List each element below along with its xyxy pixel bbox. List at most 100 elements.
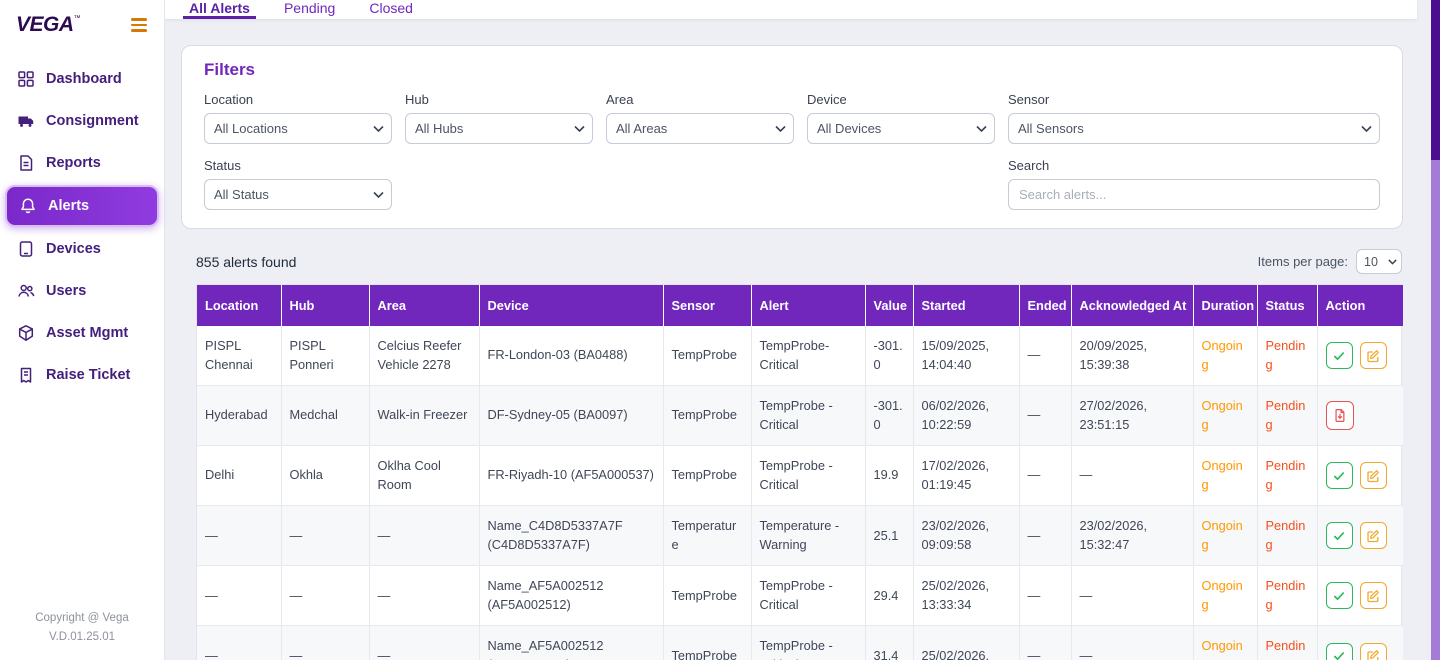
cell-sensor: TempProbe (663, 326, 752, 387)
items-per-page-select[interactable]: 10 (1356, 249, 1402, 274)
edit-icon (1366, 349, 1380, 363)
sidebar-item-devices[interactable]: Devices (0, 228, 164, 270)
filters-title: Filters (204, 60, 256, 79)
cell-started: 06/02/2026, 10:22:59 (913, 385, 1020, 447)
column-header-duration: Duration (1193, 285, 1258, 326)
report-button[interactable] (1325, 401, 1354, 431)
cell-alert: TempProbe - Critical (751, 445, 866, 507)
app-root: VEGA ™ Dashboard Consignment Reports Ale… (0, 0, 1440, 660)
cell-status: Pending (1257, 625, 1318, 660)
edit-button[interactable] (1359, 582, 1387, 610)
device-filter: Device All Devices (807, 92, 995, 144)
approve-button[interactable] (1325, 462, 1353, 490)
cell-status: Pending (1257, 445, 1318, 507)
page-scrollbar[interactable] (1431, 0, 1440, 660)
table-row: Hyderabad Medchal Walk-in Freezer DF-Sydney… (197, 385, 1403, 447)
edit-button[interactable] (1359, 462, 1387, 490)
cell-hub: Medchal (281, 385, 370, 447)
cell-actions (1317, 326, 1403, 387)
sidebar-item-reports[interactable]: Reports (0, 142, 164, 184)
tab-closed[interactable]: Closed (363, 0, 419, 19)
status-filter-label: Status (204, 158, 241, 173)
cell-started: 25/02/2026, 13:33:34 (913, 565, 1020, 627)
search-input[interactable] (1008, 179, 1380, 210)
cell-ended: — (1019, 565, 1072, 627)
cell-location: Hyderabad (197, 385, 282, 447)
asset-box-icon (16, 324, 35, 343)
cell-acknowledged_at: — (1071, 565, 1194, 627)
cell-alert: TempProbe - Critical (751, 625, 866, 660)
cell-hub: — (281, 565, 370, 627)
table-row: ———Name_AF5A002512 (AF5A002512)TempProbe… (197, 565, 1403, 627)
cell-device: Name_C4D8D5337A7F (C4D8D5337A7F) (479, 505, 664, 567)
logo-trademark: ™ (73, 15, 81, 22)
location-filter-select[interactable]: All Locations (204, 113, 392, 144)
cell-acknowledged_at: — (1071, 445, 1194, 507)
cell-ended: — (1019, 385, 1072, 447)
cell-hub: PISPL Ponneri (281, 326, 370, 387)
ticket-icon (16, 366, 35, 385)
column-header-value: Value (865, 285, 914, 326)
sidebar-nav: Dashboard Consignment Reports Alerts Dev… (0, 58, 164, 396)
cell-actions (1317, 625, 1403, 660)
cell-ended: — (1019, 445, 1072, 507)
cell-ended: — (1019, 505, 1072, 567)
status-filter-select[interactable]: All Status (204, 179, 392, 210)
copyright: Copyright @ Vega V.D.01.25.01 (0, 609, 164, 660)
approve-icon (1332, 469, 1346, 483)
cell-value: -301.0 (865, 385, 914, 447)
device-filter-label: Device (807, 92, 847, 107)
cell-alert: TempProbe - Critical (751, 385, 866, 447)
edit-button[interactable] (1359, 642, 1387, 660)
tab-pending[interactable]: Pending (278, 0, 341, 19)
menu-toggle-icon[interactable] (128, 15, 150, 34)
sidebar-item-asset-mgmt[interactable]: Asset Mgmt (0, 312, 164, 354)
cell-started: 23/02/2026, 09:09:58 (913, 505, 1020, 567)
location-filter: Location All Locations (204, 92, 392, 144)
bell-icon (18, 197, 37, 216)
cell-area: — (369, 625, 480, 660)
sidebar-item-label: Users (46, 283, 87, 299)
report-document-icon (16, 154, 35, 173)
cell-actions (1317, 565, 1403, 627)
cell-alert: TempProbe - Critical (751, 565, 866, 627)
cell-duration: Ongoing (1193, 385, 1258, 447)
cell-device: FR-London-03 (BA0488) (479, 326, 664, 387)
approve-button[interactable] (1325, 522, 1353, 550)
edit-button[interactable] (1359, 342, 1387, 370)
approve-icon (1332, 649, 1346, 660)
approve-button[interactable] (1325, 342, 1353, 370)
device-filter-select[interactable]: All Devices (807, 113, 995, 144)
column-header-area: Area (369, 285, 480, 326)
approve-button[interactable] (1325, 582, 1353, 610)
cell-area: — (369, 565, 480, 627)
sidebar-item-dashboard[interactable]: Dashboard (0, 58, 164, 100)
search-label: Search (1008, 158, 1050, 173)
cell-actions (1317, 505, 1403, 567)
location-filter-label: Location (204, 92, 254, 107)
dashboard-icon (16, 70, 35, 89)
column-header-status: Status (1257, 285, 1318, 326)
hub-filter-select[interactable]: All Hubs (405, 113, 593, 144)
area-filter-select[interactable]: All Areas (606, 113, 794, 144)
scrollbar-thumb[interactable] (1431, 0, 1440, 160)
column-header-device: Device (479, 285, 664, 326)
sidebar-item-label: Raise Ticket (46, 367, 131, 383)
tab-all-alerts[interactable]: All Alerts (183, 0, 256, 19)
cell-device: FR-Riyadh-10 (AF5A000537) (479, 445, 664, 507)
sidebar-item-users[interactable]: Users (0, 270, 164, 312)
cell-sensor: TempProbe (663, 385, 752, 447)
hub-filter-label: Hub (405, 92, 429, 107)
cell-started: 15/09/2025, 14:04:40 (913, 326, 1020, 387)
sidebar-item-alerts[interactable]: Alerts (5, 185, 159, 227)
cell-sensor: Temperature (663, 505, 752, 567)
column-header-acknowledged-at: Acknowledged At (1071, 285, 1194, 326)
edit-button[interactable] (1359, 522, 1387, 550)
approve-button[interactable] (1325, 642, 1353, 660)
column-header-sensor: Sensor (663, 285, 752, 326)
sensor-filter-select[interactable]: All Sensors (1008, 113, 1380, 144)
cell-status: Pending (1257, 565, 1318, 627)
sidebar-item-raise-ticket[interactable]: Raise Ticket (0, 354, 164, 396)
sidebar-item-consignment[interactable]: Consignment (0, 100, 164, 142)
column-header-started: Started (913, 285, 1020, 326)
